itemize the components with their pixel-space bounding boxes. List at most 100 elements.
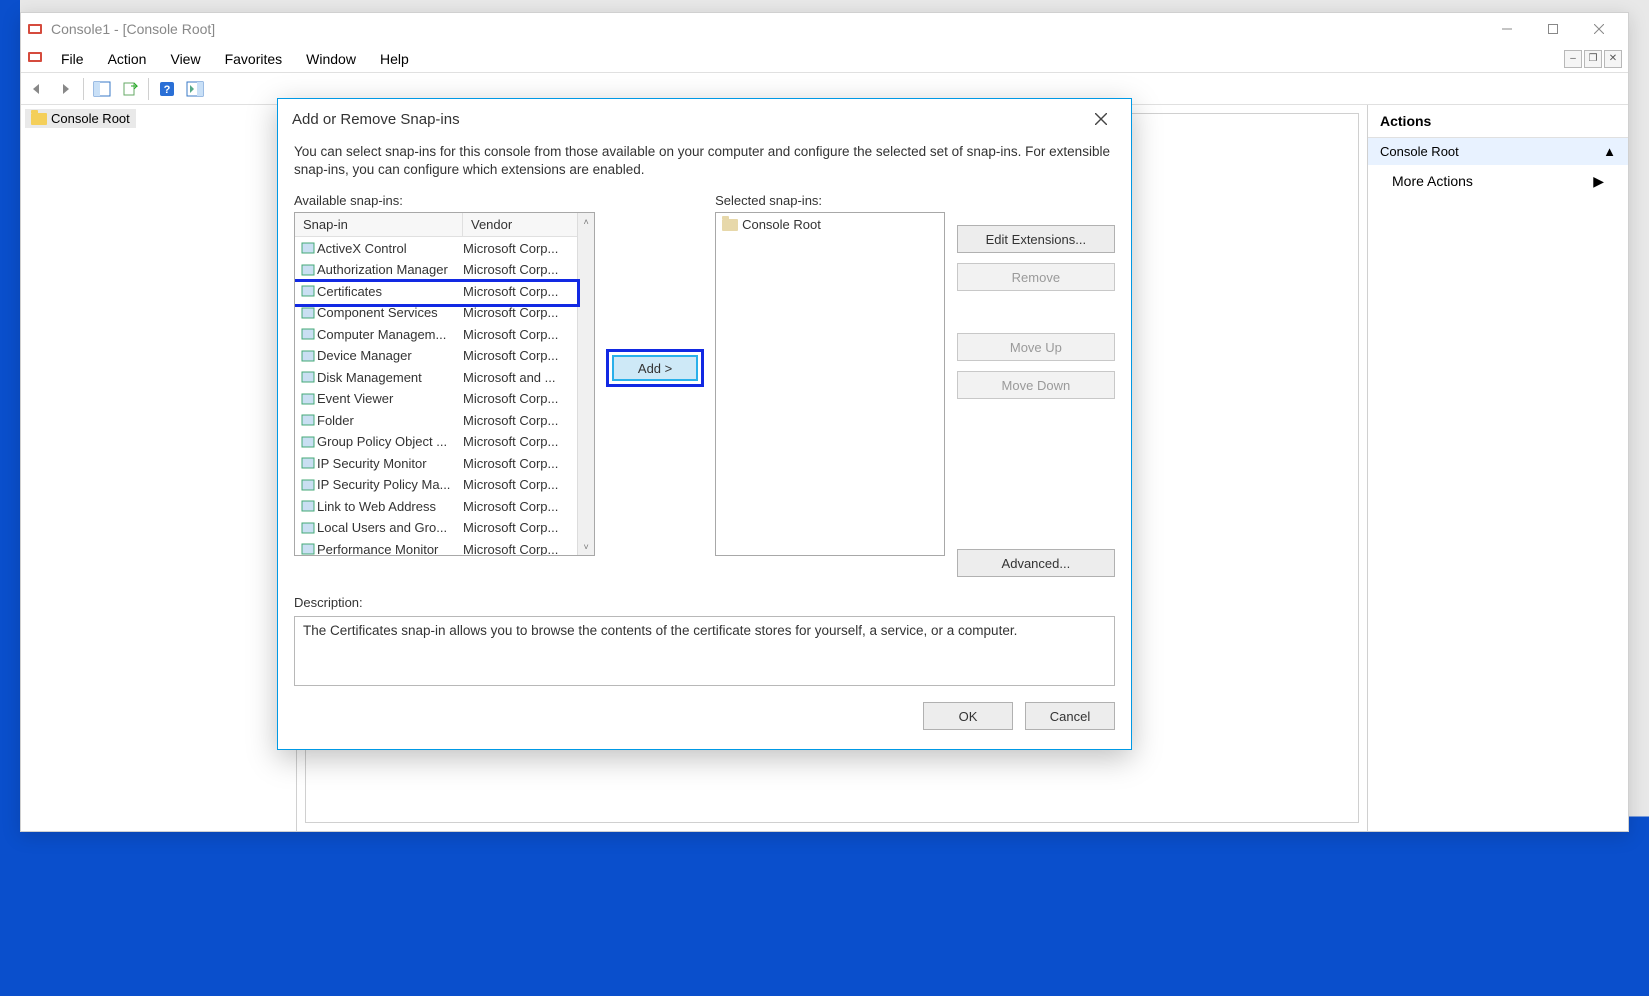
snapin-vendor: Microsoft and ... <box>463 370 594 385</box>
scrollbar[interactable]: ˄ ˅ <box>577 213 594 555</box>
menu-action[interactable]: Action <box>96 48 159 70</box>
snapin-icon <box>299 241 317 255</box>
snapin-vendor: Microsoft Corp... <box>463 262 594 277</box>
show-hide-action-pane-button[interactable] <box>183 77 207 101</box>
available-item[interactable]: Performance MonitorMicrosoft Corp... <box>295 538 594 556</box>
snapin-vendor: Microsoft Corp... <box>463 348 594 363</box>
menu-file[interactable]: File <box>49 48 96 70</box>
folder-icon <box>31 113 47 125</box>
actions-item-label: More Actions <box>1392 173 1473 190</box>
available-item[interactable]: Group Policy Object ...Microsoft Corp... <box>295 431 594 453</box>
close-button[interactable] <box>1576 14 1622 44</box>
snapin-name: ActiveX Control <box>317 241 463 256</box>
available-item[interactable]: Computer Managem...Microsoft Corp... <box>295 323 594 345</box>
remove-button[interactable]: Remove <box>957 263 1115 291</box>
snapin-vendor: Microsoft Corp... <box>463 305 594 320</box>
titlebar: Console1 - [Console Root] <box>21 13 1628 45</box>
available-item[interactable]: IP Security Policy Ma...Microsoft Corp..… <box>295 474 594 496</box>
export-list-button[interactable] <box>118 77 142 101</box>
ok-button[interactable]: OK <box>923 702 1013 730</box>
snapin-vendor: Microsoft Corp... <box>463 520 594 535</box>
snapin-name: Device Manager <box>317 348 463 363</box>
available-item[interactable]: FolderMicrosoft Corp... <box>295 409 594 431</box>
menu-help[interactable]: Help <box>368 48 421 70</box>
window-title: Console1 - [Console Root] <box>51 21 215 37</box>
menu-window[interactable]: Window <box>294 48 368 70</box>
tree-node-console-root[interactable]: Console Root <box>25 109 136 128</box>
show-hide-tree-button[interactable] <box>90 77 114 101</box>
available-snapins-list[interactable]: Snap-in Vendor ActiveX ControlMicrosoft … <box>294 212 595 556</box>
available-item[interactable]: Disk ManagementMicrosoft and ... <box>295 366 594 388</box>
dialog-close-button[interactable] <box>1085 103 1117 135</box>
menubar: File Action View Favorites Window Help ‒… <box>21 45 1628 73</box>
snapin-name: Event Viewer <box>317 391 463 406</box>
edit-extensions-button[interactable]: Edit Extensions... <box>957 225 1115 253</box>
snapin-name: IP Security Monitor <box>317 456 463 471</box>
snapin-name: Link to Web Address <box>317 499 463 514</box>
snapin-vendor: Microsoft Corp... <box>463 284 594 299</box>
snapin-icon <box>299 349 317 363</box>
available-item[interactable]: Authorization ManagerMicrosoft Corp... <box>295 259 594 281</box>
description-text: The Certificates snap-in allows you to b… <box>303 623 1017 638</box>
available-label: Available snap-ins: <box>294 193 595 208</box>
available-item[interactable]: CertificatesMicrosoft Corp... <box>295 280 594 302</box>
snapin-icon <box>299 392 317 406</box>
scroll-up-button[interactable]: ˄ <box>578 213 594 230</box>
maximize-button[interactable] <box>1530 14 1576 44</box>
description-label: Description: <box>294 595 1115 610</box>
snapin-icon <box>299 413 317 427</box>
folder-icon <box>722 219 738 231</box>
back-button[interactable] <box>25 77 49 101</box>
available-item[interactable]: Component ServicesMicrosoft Corp... <box>295 302 594 324</box>
selected-item[interactable]: Console Root <box>722 217 938 232</box>
snapin-icon <box>299 263 317 277</box>
col-vendor[interactable]: Vendor <box>463 213 594 236</box>
snapin-icon <box>299 542 317 556</box>
snapin-vendor: Microsoft Corp... <box>463 434 594 449</box>
snapin-name: Component Services <box>317 305 463 320</box>
actions-group[interactable]: Console Root ▲ <box>1368 138 1628 165</box>
snapin-vendor: Microsoft Corp... <box>463 391 594 406</box>
snapin-name: Local Users and Gro... <box>317 520 463 535</box>
move-up-button[interactable]: Move Up <box>957 333 1115 361</box>
selected-snapins-list[interactable]: Console Root <box>715 212 945 556</box>
actions-more[interactable]: More Actions ▶ <box>1368 165 1628 198</box>
menu-view[interactable]: View <box>158 48 212 70</box>
available-item[interactable]: Local Users and Gro...Microsoft Corp... <box>295 517 594 539</box>
app-icon-small <box>27 49 43 68</box>
tree-pane: Console Root <box>21 105 297 831</box>
mdi-restore-button[interactable]: ❐ <box>1584 50 1602 68</box>
available-item[interactable]: Link to Web AddressMicrosoft Corp... <box>295 495 594 517</box>
help-button[interactable]: ? <box>155 77 179 101</box>
available-item[interactable]: ActiveX ControlMicrosoft Corp... <box>295 237 594 259</box>
snapin-icon <box>299 370 317 384</box>
cancel-button[interactable]: Cancel <box>1025 702 1115 730</box>
snapin-vendor: Microsoft Corp... <box>463 456 594 471</box>
advanced-button[interactable]: Advanced... <box>957 549 1115 577</box>
add-button[interactable]: Add > <box>612 355 698 381</box>
actions-pane: Actions Console Root ▲ More Actions ▶ <box>1368 105 1628 831</box>
available-item[interactable]: Event ViewerMicrosoft Corp... <box>295 388 594 410</box>
col-snapin[interactable]: Snap-in <box>295 213 463 236</box>
mdi-minimize-button[interactable]: ‒ <box>1564 50 1582 68</box>
snapin-vendor: Microsoft Corp... <box>463 542 594 557</box>
selected-item-label: Console Root <box>742 217 821 232</box>
dialog-intro: You can select snap-ins for this console… <box>294 139 1115 193</box>
forward-button[interactable] <box>53 77 77 101</box>
menu-favorites[interactable]: Favorites <box>213 48 295 70</box>
snapin-name: Disk Management <box>317 370 463 385</box>
available-item[interactable]: Device ManagerMicrosoft Corp... <box>295 345 594 367</box>
mdi-close-button[interactable]: ✕ <box>1604 50 1622 68</box>
available-item[interactable]: IP Security MonitorMicrosoft Corp... <box>295 452 594 474</box>
snapin-vendor: Microsoft Corp... <box>463 327 594 342</box>
scroll-down-button[interactable]: ˅ <box>578 538 594 555</box>
snapin-vendor: Microsoft Corp... <box>463 241 594 256</box>
snapin-icon <box>299 306 317 320</box>
move-down-button[interactable]: Move Down <box>957 371 1115 399</box>
dialog-title: Add or Remove Snap-ins <box>292 111 460 128</box>
minimize-button[interactable] <box>1484 14 1530 44</box>
snapin-icon <box>299 435 317 449</box>
tree-node-label: Console Root <box>51 111 130 126</box>
snapin-name: Performance Monitor <box>317 542 463 557</box>
chevron-right-icon: ▶ <box>1593 173 1604 190</box>
